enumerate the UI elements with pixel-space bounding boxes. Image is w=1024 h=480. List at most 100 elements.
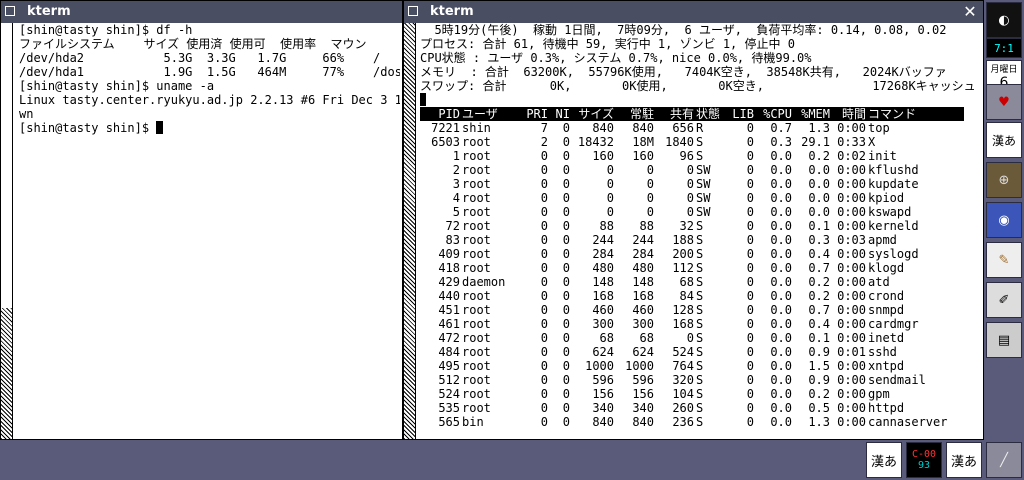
top-output[interactable]: 5時19分(午後) 稼動 1日間, 7時09分, 6 ユーザ, 負荷平均率: 0… (420, 23, 981, 437)
table-cell: 840 (632, 121, 654, 135)
table-cell: root (462, 401, 491, 415)
table-cell: 451 (438, 303, 460, 317)
table-cell: daemon (462, 275, 506, 289)
table-cell: root (462, 247, 491, 261)
table-cell: root (462, 135, 491, 149)
table-cell: 418 (438, 261, 460, 275)
close-icon[interactable]: ✕ (961, 1, 979, 23)
table-cell: 0 (540, 331, 548, 345)
table-cell: 0 (540, 219, 548, 233)
table-cell: SW (696, 163, 711, 177)
table-cell: 0.0 (808, 205, 830, 219)
table-cell: 0.0 (770, 303, 792, 317)
prompt-line (420, 93, 981, 107)
window-title: kterm (430, 4, 474, 19)
terminal-line: [shin@tasty shin]$ df -h (19, 23, 193, 37)
table-cell: 596 (592, 373, 614, 387)
editor-icon[interactable]: ✐ (986, 282, 1022, 318)
table-cell: httpd (868, 401, 905, 415)
table-cell: S (696, 261, 704, 275)
clock-icon[interactable]: 7:1 (986, 38, 1022, 58)
table-cell: 0 (562, 205, 570, 219)
kterm-window-right[interactable]: kterm ✕ 5時19分(午後) 稼動 1日間, 7時09分, 6 ユーザ, … (403, 0, 984, 440)
titlebar[interactable]: kterm (1, 1, 402, 23)
table-cell: 0 (540, 317, 548, 331)
table-cell: root (462, 387, 491, 401)
summary-line: メモリ : 合計 63200K, 55796K使用, 7404K空き, 3854… (420, 65, 947, 79)
pen-icon[interactable]: ╱ (986, 442, 1022, 478)
column-header: LIB (732, 107, 754, 121)
window-menu-icon[interactable] (408, 6, 418, 16)
table-row: 524 root 0 0 156 156 104 S 0 0.0 0.2 0:00 gpm (420, 387, 981, 401)
table-cell: 0 (540, 401, 548, 415)
table-cell: 0.0 (770, 149, 792, 163)
scrollbar[interactable] (1, 23, 13, 439)
scrollbar-thumb[interactable] (1, 308, 12, 439)
cpu-meter-icon[interactable]: C-00 93 (906, 442, 942, 478)
table-cell: 0 (540, 415, 548, 429)
terminal-line: [shin@tasty shin]$ uname -a (19, 79, 215, 93)
table-cell: 156 (592, 387, 614, 401)
table-cell: 0.0 (770, 219, 792, 233)
table-cell: 0 (686, 205, 694, 219)
table-cell: 0 (686, 191, 694, 205)
titlebar[interactable]: kterm ✕ (404, 1, 983, 23)
table-cell: 0:33 (837, 135, 866, 149)
table-cell: 0 (562, 177, 570, 191)
table-cell: 0 (746, 219, 754, 233)
table-cell: 0 (540, 289, 548, 303)
table-cell: 0.0 (770, 345, 792, 359)
table-cell: gpm (868, 387, 890, 401)
table-cell: 0 (562, 415, 570, 429)
table-cell: 0.1 (808, 331, 830, 345)
monitor-icon[interactable]: ♥ (986, 84, 1022, 120)
notepad-icon[interactable]: ▤ (986, 322, 1022, 358)
table-cell: 244 (592, 233, 614, 247)
column-header: PID (438, 107, 460, 121)
table-cell: 0.0 (770, 401, 792, 415)
column-header: 状態 (696, 107, 721, 121)
kanji-input-icon[interactable]: 漢あ (946, 442, 982, 478)
table-cell: 0:00 (837, 205, 866, 219)
scrollbar[interactable] (404, 23, 416, 439)
table-cell: 0 (746, 177, 754, 191)
table-row: 409 root 0 0 284 284 200 S 0 0.0 0.4 0:00 syslogd (420, 247, 981, 261)
table-cell: 0 (540, 387, 548, 401)
table-cell: 480 (632, 261, 654, 275)
table-cell: 0:00 (837, 359, 866, 373)
window-title: kterm (27, 4, 71, 19)
table-cell: S (696, 219, 704, 233)
kanji-input-icon[interactable]: 漢あ (866, 442, 902, 478)
scrollbar-thumb[interactable] (404, 23, 415, 439)
table-cell: 0.3 (770, 135, 792, 149)
table-cell: root (462, 303, 491, 317)
animal-image-icon[interactable]: ⊕ (986, 162, 1022, 198)
table-cell: 0 (746, 261, 754, 275)
column-header: コマンド (868, 107, 917, 121)
eye-viewer-icon[interactable]: ◉ (986, 202, 1022, 238)
table-row: 461 root 0 0 300 300 168 S 0 0.0 0.4 0:00 cardmgr (420, 317, 981, 331)
table-row: 429 daemon 0 0 148 148 68 S 0 0.0 0.2 0:00 atd (420, 275, 981, 289)
table-cell: 0 (540, 345, 548, 359)
table-cell: 0 (562, 303, 570, 317)
dock-logo-icon[interactable]: ◐ (986, 2, 1022, 38)
table-cell: 0 (540, 303, 548, 317)
terminal-output[interactable]: [shin@tasty shin]$ df -h ファイルシステム サイズ 使用済… (19, 23, 400, 437)
table-cell: 18M (632, 135, 654, 149)
table-cell: 0.0 (770, 191, 792, 205)
kterm-window-left[interactable]: kterm [shin@tasty shin]$ df -h ファイルシステム サ… (0, 0, 403, 440)
table-cell: 409 (438, 247, 460, 261)
table-cell: root (462, 163, 491, 177)
table-cell: 320 (672, 373, 694, 387)
table-cell: SW (696, 205, 711, 219)
kanji-input-icon[interactable]: 漢あ (986, 122, 1022, 158)
table-cell: root (462, 359, 491, 373)
table-cell: 0.0 (770, 331, 792, 345)
terminal-line: [shin@tasty shin]$ (19, 121, 400, 135)
table-cell: sshd (868, 345, 897, 359)
paint-icon[interactable]: ✎ (986, 242, 1022, 278)
table-cell: 524 (672, 345, 694, 359)
window-menu-icon[interactable] (5, 6, 15, 16)
table-cell: 0:00 (837, 275, 866, 289)
table-cell: 0:00 (837, 289, 866, 303)
